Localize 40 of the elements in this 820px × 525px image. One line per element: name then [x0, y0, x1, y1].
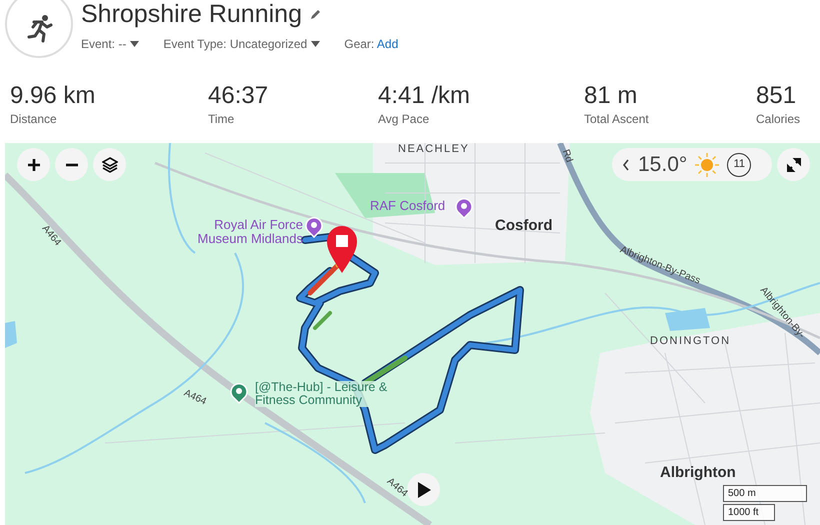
- event-dropdown[interactable]: Event: --: [81, 34, 140, 52]
- caret-icon: [130, 40, 140, 47]
- stat-value: 46:37: [208, 84, 270, 108]
- event-dropdown[interactable]: Event Type: Uncategorized: [163, 34, 320, 52]
- gear-label: Gear:: [344, 36, 376, 50]
- stat-label: Avg Pace: [378, 111, 430, 128]
- activity-title: Shropshire Running: [81, 1, 302, 28]
- layers-icon: [102, 156, 118, 172]
- stat-label: Distance: [10, 111, 58, 128]
- town-label: Albrighton: [660, 465, 736, 481]
- town-label: Cosford: [495, 218, 552, 234]
- zoom-in-icon: [26, 158, 40, 172]
- road-label: Rd: [559, 148, 574, 164]
- finish-marker: [327, 226, 357, 273]
- location-pin-icon: [305, 216, 323, 238]
- stat-value: 9.96 km: [10, 84, 96, 108]
- sun-icon: [695, 152, 720, 176]
- fullscreen-icon: [786, 158, 800, 172]
- stat-label: Time: [208, 111, 236, 128]
- pencil-icon[interactable]: [310, 8, 322, 20]
- scale-bar: 500 m: [723, 485, 807, 502]
- wind-speed-badge: 11: [727, 152, 752, 176]
- stat-value: 81 m: [584, 84, 638, 108]
- area-label: DONINGTON: [650, 336, 731, 348]
- temperature-reading: 15.0°: [638, 152, 688, 178]
- stat-label: Total Ascent: [584, 111, 650, 128]
- road-label: A464: [182, 388, 208, 408]
- collapse-icon[interactable]: [622, 158, 630, 170]
- stat-value: 851: [756, 84, 798, 108]
- stat-label: Calories: [756, 111, 802, 128]
- area-label: NEACHLEY: [398, 144, 470, 156]
- play-icon: [416, 482, 430, 498]
- location-pin-icon: [230, 382, 248, 404]
- add-gear-link[interactable]: Add: [376, 36, 398, 50]
- place-label: Royal Air Force Museum Midlands: [196, 218, 303, 246]
- place-label: RAF Cosford: [370, 199, 446, 213]
- location-pin-icon: [455, 197, 473, 219]
- scale-bar: 1000 ft: [723, 504, 775, 521]
- stat-value: 4:41 /km: [378, 84, 472, 108]
- caret-icon: [311, 40, 320, 47]
